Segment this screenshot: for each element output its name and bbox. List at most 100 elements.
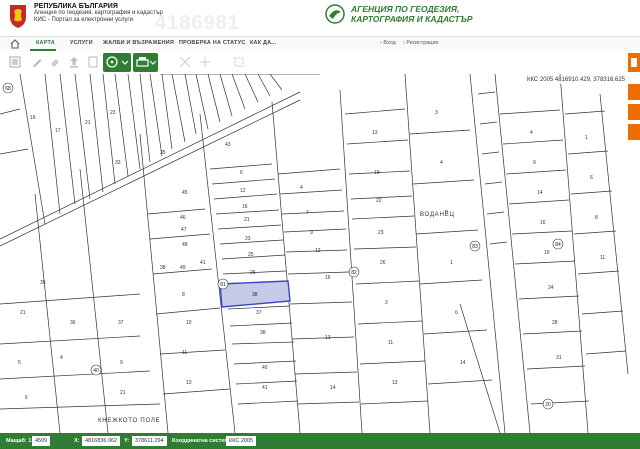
map-toolbar [0,51,640,75]
svg-text:23: 23 [245,236,251,242]
location-dropdown-button[interactable] [103,53,131,72]
tab-status-check[interactable]: ПРОВЕРКА НА СТАТУС [179,40,245,46]
home-icon[interactable] [10,39,20,49]
tab-complaints[interactable]: ЖАЛБИ И ВЪЗРАЖЕНИЯ [103,40,174,46]
side-panel-button-1[interactable] [628,84,640,100]
svg-text:38: 38 [160,265,166,271]
svg-text:13: 13 [325,335,331,341]
svg-text:47: 47 [181,227,187,233]
svg-text:40: 40 [262,365,268,371]
status-bar: Мащаб: 1: 4509 X: 4816836.062 Y: 378611.… [0,433,640,449]
svg-text:21: 21 [120,390,126,396]
place-label-knezhkoto-pole: КНЕЖКОТО ПОЛЕ [98,418,160,424]
upload-icon[interactable] [67,55,81,69]
print-icon [136,57,157,67]
svg-text:6: 6 [25,395,28,401]
agency-logo-icon [325,4,345,24]
svg-text:41: 41 [262,385,268,391]
svg-text:6: 6 [240,170,243,176]
login-link[interactable]: › Вход [380,40,396,46]
svg-text:11: 11 [388,340,393,346]
svg-text:14: 14 [460,360,466,366]
map-canvas[interactable]: 38 16172123 33354543 46474849 8101113 61… [0,74,640,433]
svg-text:22: 22 [376,198,382,204]
svg-text:4: 4 [60,355,63,361]
svg-text:31: 31 [556,355,562,361]
header: РЕПУБЛИКА БЪЛГАРИЯ Агенция по геодезия, … [0,0,640,36]
agency-brand[interactable]: АГЕНЦИЯ ПО ГЕОДЕЗИЯ, КАРТОГРАФИЯ И КАДАС… [325,4,473,24]
svg-text:16: 16 [540,220,546,226]
watermark: 4186981 [155,12,240,34]
cadastral-map[interactable]: 38 16 17 21 23 33 35 45 43 46 47 48 49 8 10 11 13 61… [0,74,640,433]
svg-text:8: 8 [182,292,185,298]
svg-text:36: 36 [70,320,76,326]
svg-text:37: 37 [256,310,262,316]
circle-label-text: 81 [220,282,226,288]
x-label: X: [74,438,80,444]
circle-label-text: 84 [555,242,561,248]
erase-icon[interactable] [48,55,62,69]
y-value: 378611.294 [132,436,167,446]
side-panel-button-2[interactable] [628,104,640,120]
svg-text:21: 21 [85,120,91,126]
circle-label-text: 82 [351,270,357,276]
svg-text:25: 25 [248,252,254,258]
circle-label-text: 68 [5,86,11,92]
svg-text:45: 45 [182,190,188,196]
print-dropdown-button[interactable] [133,53,158,72]
measure-icon[interactable] [198,55,212,69]
svg-text:17: 17 [55,128,61,134]
svg-text:13: 13 [392,380,398,386]
layers-icon[interactable] [8,55,22,69]
svg-text:21: 21 [20,310,26,316]
x-value: 4816836.062 [82,436,121,446]
tab-services[interactable]: УСЛУГИ [70,40,93,46]
svg-text:48: 48 [182,242,188,248]
svg-text:33: 33 [115,160,121,166]
tab-how-to[interactable]: КАК ДА... [250,40,277,46]
svg-text:37: 37 [118,320,124,326]
select-icon[interactable] [232,55,246,69]
svg-text:16: 16 [325,275,331,281]
portal-brand[interactable]: РЕПУБЛИКА БЪЛГАРИЯ Агенция по геодезия, … [8,3,163,29]
svg-text:9: 9 [120,360,123,366]
map-marker-icon [106,56,129,68]
svg-text:28: 28 [552,320,558,326]
svg-text:4: 4 [440,160,443,166]
document-icon[interactable] [86,55,100,69]
scale-label: Мащаб: 1: [6,438,34,444]
svg-text:10: 10 [186,320,192,326]
side-panel-button-3[interactable] [628,124,640,140]
svg-text:16: 16 [30,115,36,121]
svg-text:23: 23 [378,230,384,236]
svg-text:3: 3 [435,110,438,116]
svg-text:6: 6 [590,175,593,181]
tab-map[interactable]: КАРТА [36,40,55,46]
svg-text:1: 1 [585,135,588,141]
side-panel-toggle[interactable] [628,53,640,72]
svg-text:16: 16 [242,204,248,210]
svg-text:9: 9 [310,230,313,236]
svg-text:12: 12 [240,188,246,194]
republic-title: РЕПУБЛИКА БЪЛГАРИЯ [34,3,118,10]
svg-text:46: 46 [180,215,186,221]
coordinate-system-value[interactable]: ККС 2005 [226,436,257,446]
svg-text:4: 4 [300,185,303,191]
zoom-in-icon[interactable] [178,55,192,69]
svg-text:35: 35 [40,280,46,286]
svg-text:9: 9 [533,160,536,166]
selected-parcel-label: 38 [252,292,258,298]
circle-label-text: 83 [472,244,478,250]
svg-text:19: 19 [374,170,380,176]
coat-of-arms-icon [10,5,26,28]
document-icon [631,58,637,67]
edit-icon[interactable] [30,55,44,69]
svg-text:14: 14 [330,385,336,391]
svg-text:1: 1 [450,260,453,266]
parcel-lines [0,74,629,433]
svg-text:12: 12 [315,248,321,254]
svg-text:13: 13 [186,380,192,386]
svg-text:8: 8 [595,215,598,221]
svg-text:7: 7 [306,210,309,216]
register-link[interactable]: › Регистрация [403,40,439,46]
